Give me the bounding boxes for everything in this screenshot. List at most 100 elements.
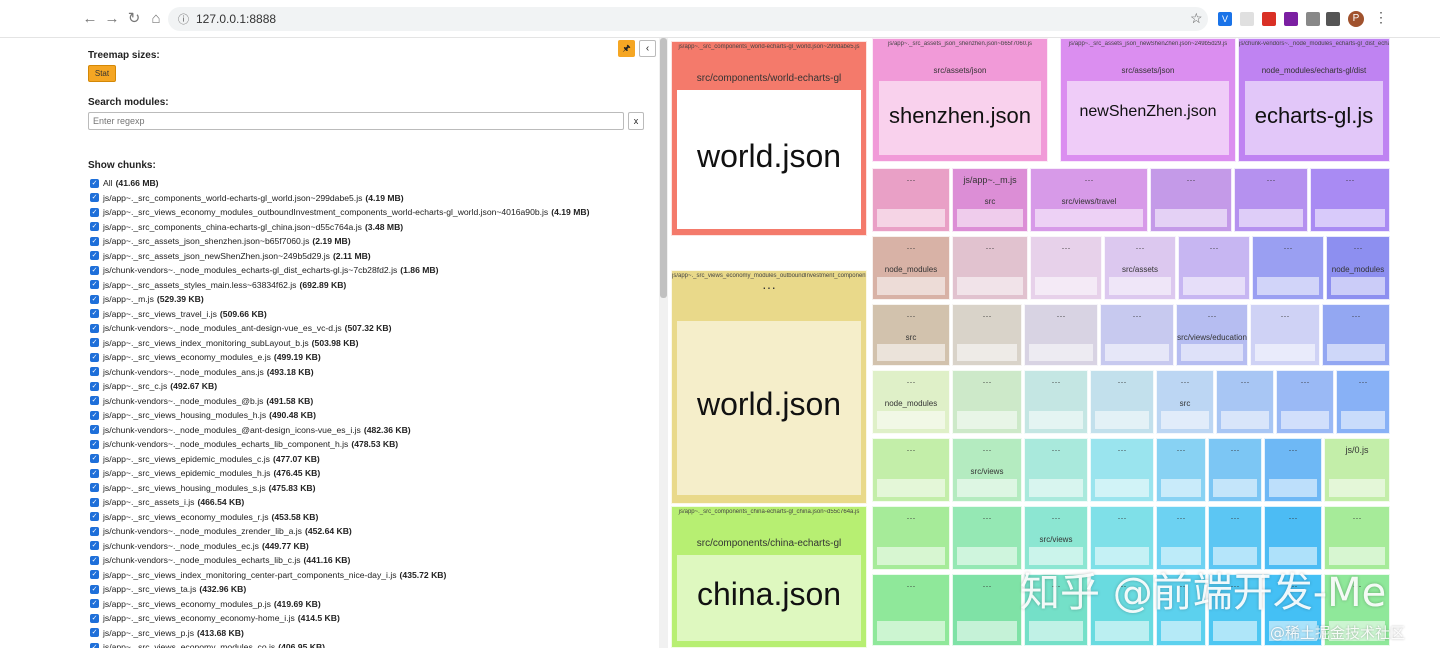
checkbox-icon[interactable]: ✓ [90, 367, 99, 377]
treemap-module-cell[interactable]: ··· node_modules [872, 370, 950, 434]
treemap-module-cell[interactable]: ··· [872, 506, 950, 570]
checkbox-icon[interactable]: ✓ [90, 541, 99, 551]
checkbox-icon[interactable]: ✓ [90, 178, 99, 188]
treemap-inner-module[interactable] [877, 411, 945, 429]
treemap-module-cell[interactable]: ··· [1178, 236, 1250, 300]
checkbox-icon[interactable]: ✓ [90, 207, 99, 217]
treemap-inner-module[interactable] [1155, 209, 1227, 227]
checkbox-icon[interactable]: ✓ [90, 294, 99, 304]
checkbox-icon[interactable]: ✓ [90, 352, 99, 362]
treemap-module-cell[interactable]: ··· [1264, 438, 1322, 502]
treemap-inner-module[interactable]: newShenZhen.json [1067, 81, 1229, 155]
treemap-module-cell[interactable]: ··· [872, 168, 950, 232]
pin-button[interactable]: 🖈 [618, 40, 635, 57]
chunk-checkbox-item[interactable]: ✓ js/chunk-vendors~._node_modules_ans.js(… [90, 365, 658, 380]
treemap-inner-module[interactable] [1035, 209, 1143, 227]
checkbox-icon[interactable]: ✓ [90, 526, 99, 536]
checkbox-icon[interactable]: ✓ [90, 309, 99, 319]
chunk-checkbox-item[interactable]: ✓ js/chunk-vendors~._node_modules_echarts… [90, 263, 658, 278]
menu-icon[interactable]: ⋮ [1374, 9, 1388, 26]
checkbox-icon[interactable]: ✓ [90, 439, 99, 449]
treemap-module-cell[interactable]: ··· [1322, 304, 1390, 366]
treemap-inner-module[interactable] [1255, 344, 1315, 361]
treemap-inner-module[interactable] [877, 209, 945, 227]
treemap-inner-module[interactable] [1029, 621, 1083, 641]
checkbox-icon[interactable]: ✓ [90, 410, 99, 420]
treemap-module-cell[interactable]: ··· [1156, 438, 1206, 502]
sidebar-scrollbar[interactable] [659, 38, 668, 648]
china-json-chunk[interactable]: js/app~._src_components_china-echarts-gl… [671, 506, 867, 648]
treemap-module-cell[interactable]: ··· [1250, 304, 1320, 366]
treemap-inner-module[interactable] [957, 344, 1017, 361]
treemap-inner-module[interactable] [1161, 411, 1209, 429]
chunk-checkbox-item[interactable]: ✓ js/app~._src_views_ta.js (432.96 KB) [90, 582, 658, 597]
treemap-inner-module[interactable] [1105, 344, 1169, 361]
chunk-checkbox-item[interactable]: ✓ js/app~._src_assets_i.js (466.54 KB) [90, 495, 658, 510]
shenzhen-json-chunk[interactable]: js/app~._src_assets_json_shenzhen.json~b… [872, 38, 1048, 162]
home-icon[interactable]: ⌂ [146, 9, 166, 29]
treemap-inner-module[interactable] [1029, 344, 1093, 361]
treemap-inner-module[interactable] [877, 621, 945, 641]
treemap-inner-module[interactable] [1331, 277, 1385, 295]
treemap-inner-module[interactable] [1095, 411, 1149, 429]
treemap-inner-module[interactable] [1161, 621, 1201, 641]
checkbox-icon[interactable]: ✓ [90, 628, 99, 638]
reload-icon[interactable]: ↻ [124, 9, 144, 29]
checkbox-icon[interactable]: ✓ [90, 468, 99, 478]
treemap-module-cell[interactable]: ··· [1090, 370, 1154, 434]
chunk-checkbox-item[interactable]: ✓ js/app~._src_assets_styles_main.less~63… [90, 278, 658, 293]
treemap-inner-module[interactable]: china.json [677, 555, 861, 641]
treemap-inner-module[interactable] [1161, 479, 1201, 497]
chunk-checkbox-item[interactable]: ✓ js/app~._src_views_epidemic_modules_h.j… [90, 466, 658, 481]
chunk-checkbox-item[interactable]: ✓ js/app~._src_views_economy_economy-home… [90, 611, 658, 626]
treemap-module-cell[interactable]: ··· [952, 304, 1022, 366]
checkbox-icon[interactable]: ✓ [90, 323, 99, 333]
chunk-checkbox-item[interactable]: ✓ js/chunk-vendors~._node_modules_ant-des… [90, 321, 658, 336]
treemap-module-cell[interactable]: ··· src/assets [1104, 236, 1176, 300]
treemap-inner-module[interactable] [1213, 479, 1257, 497]
checkbox-icon[interactable]: ✓ [90, 381, 99, 391]
treemap-inner-module[interactable]: echarts-gl.js [1245, 81, 1383, 155]
filter-extension-icon[interactable] [1306, 12, 1320, 26]
chunk-checkbox-item[interactable]: ✓ js/app~._src_views_economy_modules_p.js… [90, 597, 658, 612]
chunk-checkbox-item[interactable]: ✓ js/chunk-vendors~._node_modules_echarts… [90, 437, 658, 452]
chunk-checkbox-item[interactable]: ✓ js/app~._src_views_economy_modules_e.js… [90, 350, 658, 365]
checkbox-icon[interactable]: ✓ [90, 265, 99, 275]
treemap-inner-module[interactable] [877, 547, 945, 565]
treemap-module-cell[interactable]: ··· [1100, 304, 1174, 366]
checkbox-icon[interactable]: ✓ [90, 497, 99, 507]
chunk-checkbox-item[interactable]: ✓ js/app~._src_views_housing_modules_h.js… [90, 408, 658, 423]
treemap-module-cell[interactable]: ··· [1276, 370, 1334, 434]
treemap-inner-module[interactable] [1213, 621, 1257, 641]
treemap-module-cell[interactable]: ··· [952, 370, 1022, 434]
treemap-inner-module[interactable] [1029, 479, 1083, 497]
vue-extension-icon[interactable]: V [1218, 12, 1232, 26]
treemap-inner-module[interactable] [957, 479, 1017, 497]
treemap-inner-module[interactable] [1257, 277, 1319, 295]
treemap-module-cell[interactable]: ··· [1150, 168, 1232, 232]
chunk-checkbox-item[interactable]: ✓ js/app~._src_assets_json_newShenZhen.js… [90, 249, 658, 264]
treemap-inner-module[interactable] [1035, 277, 1097, 295]
treemap-inner-module[interactable] [1281, 411, 1329, 429]
treemap-module-cell[interactable]: js/0.js [1324, 438, 1390, 502]
collapse-sidebar-button[interactable]: ‹ [639, 40, 656, 57]
treemap-inner-module[interactable]: world.json [677, 321, 861, 495]
checkbox-icon[interactable]: ✓ [90, 483, 99, 493]
treemap-module-cell[interactable]: ··· [952, 506, 1022, 570]
treemap-inner-module[interactable] [877, 479, 945, 497]
treemap-inner-module[interactable] [1269, 479, 1317, 497]
treemap-module-cell[interactable]: ··· [1090, 438, 1154, 502]
chunk-checkbox-item[interactable]: ✓ js/app~._src_views_p.js (413.68 KB) [90, 626, 658, 641]
chunk-all-checkbox[interactable]: ✓ All (41.66 MB) [90, 176, 658, 191]
extension-icon[interactable] [1284, 12, 1298, 26]
treemap-module-cell[interactable]: ··· [1024, 370, 1088, 434]
treemap-inner-module[interactable] [957, 277, 1023, 295]
treemap-inner-module[interactable] [1029, 411, 1083, 429]
checkbox-icon[interactable]: ✓ [90, 251, 99, 261]
treemap-inner-module[interactable]: shenzhen.json [879, 81, 1041, 155]
treemap-module-cell[interactable]: ··· src [872, 304, 950, 366]
treemap-module-cell[interactable]: ··· [952, 574, 1022, 646]
chunk-checkbox-item[interactable]: ✓ js/app~._src_views_economy_modules_co.j… [90, 640, 658, 648]
checkbox-icon[interactable]: ✓ [90, 222, 99, 232]
treemap-inner-module[interactable] [1327, 344, 1385, 361]
